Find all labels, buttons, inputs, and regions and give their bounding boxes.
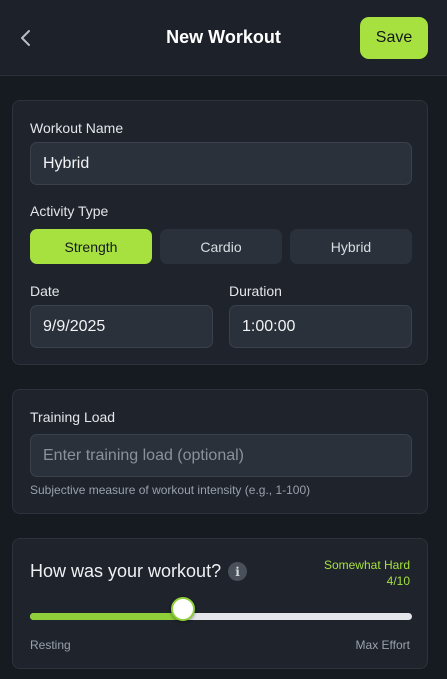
duration-value: 1:00:00 (242, 317, 296, 335)
duration-label: Duration (229, 283, 282, 299)
workout-feeling-card: How was your workout? i Somewhat Hard 4/… (12, 538, 428, 669)
workout-details-card: Workout Name Hybrid Activity Type Streng… (12, 100, 428, 365)
training-load-input[interactable]: Enter training load (optional) (30, 434, 412, 477)
training-load-label: Training Load (30, 409, 116, 425)
date-value: 9/9/2025 (43, 317, 106, 335)
effort-slider-thumb[interactable] (170, 597, 195, 621)
activity-option-strength[interactable]: Strength (30, 229, 152, 264)
rating-text: Somewhat Hard (323, 558, 410, 572)
save-button[interactable]: Save (360, 17, 428, 59)
rating-score: 4/10 (386, 574, 410, 588)
effort-slider-track[interactable] (30, 613, 412, 620)
workout-name-value: Hybrid (43, 154, 90, 172)
rating-readout: Somewhat Hard 4/10 (324, 557, 410, 589)
workout-name-field[interactable]: Hybrid (30, 142, 412, 185)
training-load-placeholder: Enter training load (optional) (43, 446, 245, 464)
activity-type-label: Activity Type (30, 203, 109, 219)
workout-name-label: Workout Name (30, 120, 124, 136)
date-field[interactable]: 9/9/2025 (30, 305, 213, 348)
activity-option-cardio[interactable]: Cardio (160, 229, 282, 264)
duration-field[interactable]: 1:00:00 (229, 305, 412, 348)
activity-option-hybrid[interactable]: Hybrid (290, 229, 412, 264)
top-bar: New Workout Save (0, 0, 447, 76)
slider-max-label: Max Effort (355, 638, 410, 652)
feeling-question: How was your workout? (30, 561, 222, 581)
date-label: Date (30, 283, 60, 299)
effort-slider-fill (30, 613, 183, 620)
training-load-hint: Subjective measure of workout intensity … (30, 483, 311, 497)
info-icon[interactable]: i (228, 562, 247, 581)
training-load-card: Training Load Enter training load (optio… (12, 389, 428, 514)
slider-min-label: Resting (30, 638, 71, 652)
